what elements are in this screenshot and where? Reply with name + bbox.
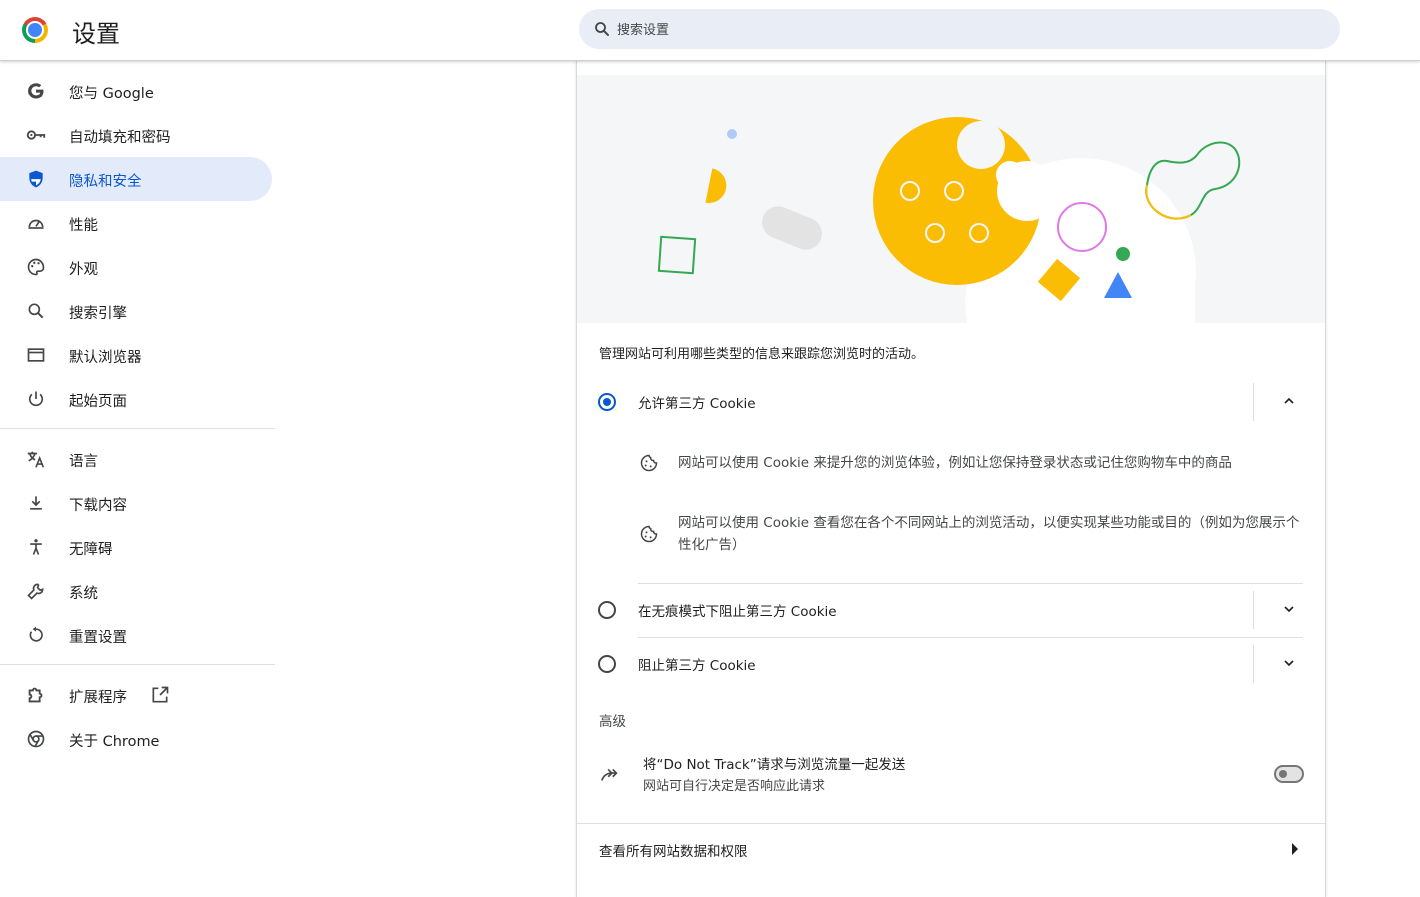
cookies-panel: 管理网站可利用哪些类型的信息来跟踪您浏览时的活动。 允许第三方 Cookie 网… — [576, 61, 1326, 897]
option-label: 允许第三方 Cookie — [638, 396, 756, 412]
sidebar-item-label: 下载内容 — [69, 498, 127, 514]
sidebar-item-label: 系统 — [69, 586, 98, 602]
search-input[interactable] — [615, 9, 1319, 51]
page-title: 设置 — [72, 20, 120, 48]
sidebar-item-search-engine[interactable]: 搜索引擎 — [0, 289, 272, 333]
option-allow-third-party[interactable]: 允许第三方 Cookie — [577, 375, 1325, 429]
option-divider — [1253, 645, 1254, 683]
sidebar-item-system[interactable]: 系统 — [0, 569, 272, 613]
sidebar-item-label: 起始页面 — [69, 394, 127, 410]
arrow-right-icon — [1292, 843, 1298, 855]
sidebar-item-startup[interactable]: 起始页面 — [0, 377, 272, 421]
sidebar-item-label: 搜索引擎 — [69, 306, 127, 322]
site-data-link-row[interactable]: 查看所有网站数据和权限 — [577, 823, 1325, 875]
sidebar-item-performance[interactable]: 性能 — [0, 201, 272, 245]
sidebar-item-label: 性能 — [69, 218, 98, 234]
chevron-down-icon[interactable] — [1281, 655, 1297, 671]
site-data-link[interactable]: 查看所有网站数据和权限 — [599, 840, 748, 860]
option-divider — [1253, 383, 1254, 421]
browser-window-icon — [25, 344, 47, 366]
google-g-icon — [25, 80, 47, 102]
cookie-icon — [640, 525, 658, 543]
reset-icon — [25, 624, 47, 646]
search-box[interactable] — [579, 9, 1340, 51]
puzzle-icon — [25, 684, 47, 706]
sidebar-item-label: 扩展程序 — [69, 690, 127, 706]
dnt-toggle[interactable] — [1274, 765, 1304, 783]
chevron-up-icon[interactable] — [1281, 393, 1297, 409]
bullet-text: 网站可以使用 Cookie 来提升您的浏览体验，例如让您保持登录状态或记住您购物… — [678, 455, 1232, 471]
sidebar-item-label: 关于 Chrome — [69, 734, 160, 750]
accessibility-icon — [25, 536, 47, 558]
chrome-logo-icon — [22, 17, 48, 43]
dnt-title: 将“Do Not Track”请求与浏览流量一起发送 — [643, 757, 906, 773]
dnt-subtitle: 网站可自行决定是否响应此请求 — [643, 779, 826, 794]
sidebar-item-reset[interactable]: 重置设置 — [0, 613, 272, 657]
sidebar-item-about[interactable]: 关于 Chrome — [0, 717, 272, 761]
cookies-description: 管理网站可利用哪些类型的信息来跟踪您浏览时的活动。 — [599, 347, 925, 362]
sidebar-item-appearance[interactable]: 外观 — [0, 245, 272, 289]
sidebar-item-label: 隐私和安全 — [69, 174, 142, 190]
search-icon — [595, 22, 609, 36]
radio-allow-third-party[interactable] — [598, 393, 616, 411]
sidebar-item-default-browser[interactable]: 默认浏览器 — [0, 333, 272, 377]
sidebar-item-languages[interactable]: 语言 — [0, 437, 272, 481]
radio-block-third-party[interactable] — [598, 655, 616, 673]
chrome-icon — [25, 728, 47, 750]
sidebar-item-you-and-google[interactable]: 您与 Google — [0, 69, 272, 113]
sidebar-item-label: 您与 Google — [69, 86, 154, 102]
sidebar-item-downloads[interactable]: 下载内容 — [0, 481, 272, 525]
option-label: 在无痕模式下阻止第三方 Cookie — [638, 604, 837, 620]
sidebar-item-label: 无障碍 — [69, 542, 113, 558]
top-bar: 设置 — [0, 0, 1420, 61]
palette-icon — [25, 256, 47, 278]
do-not-track-icon — [600, 768, 618, 781]
search-icon — [25, 300, 47, 322]
wrench-icon — [25, 580, 47, 602]
sidebar: 您与 Google 自动填充和密码 隐私和安全 性能 外观 搜索引擎 默认浏览器… — [0, 61, 275, 761]
radio-block-incognito[interactable] — [598, 601, 616, 619]
translate-icon — [25, 448, 47, 470]
key-icon — [25, 124, 47, 146]
chevron-down-icon[interactable] — [1281, 601, 1297, 617]
sidebar-item-label: 重置设置 — [69, 630, 127, 646]
external-link-icon — [150, 685, 170, 709]
sidebar-item-label: 外观 — [69, 262, 98, 278]
sidebar-item-privacy[interactable]: 隐私和安全 — [0, 157, 272, 201]
download-icon — [25, 492, 47, 514]
sidebar-item-label: 语言 — [69, 454, 98, 470]
sidebar-item-autofill[interactable]: 自动填充和密码 — [0, 113, 272, 157]
cookie-illustration — [577, 75, 1325, 323]
sidebar-item-label: 自动填充和密码 — [69, 130, 171, 146]
power-icon — [25, 388, 47, 410]
bullet-text: 网站可以使用 Cookie 查看您在各个不同网站上的浏览活动，以便实现某些功能或… — [678, 515, 1300, 553]
sidebar-item-extensions[interactable]: 扩展程序 — [0, 673, 272, 717]
sidebar-item-label: 默认浏览器 — [69, 350, 142, 366]
sidebar-divider — [0, 428, 275, 429]
option-block-incognito[interactable]: 在无痕模式下阻止第三方 Cookie — [577, 583, 1325, 637]
option-block-third-party[interactable]: 阻止第三方 Cookie — [577, 637, 1325, 691]
sidebar-divider — [0, 664, 275, 665]
sidebar-item-accessibility[interactable]: 无障碍 — [0, 525, 272, 569]
shield-icon — [25, 168, 47, 190]
cookie-icon — [640, 454, 658, 472]
option-divider — [1253, 591, 1254, 629]
advanced-heading: 高级 — [599, 714, 626, 730]
speedometer-icon — [25, 212, 47, 234]
option-label: 阻止第三方 Cookie — [638, 658, 756, 674]
